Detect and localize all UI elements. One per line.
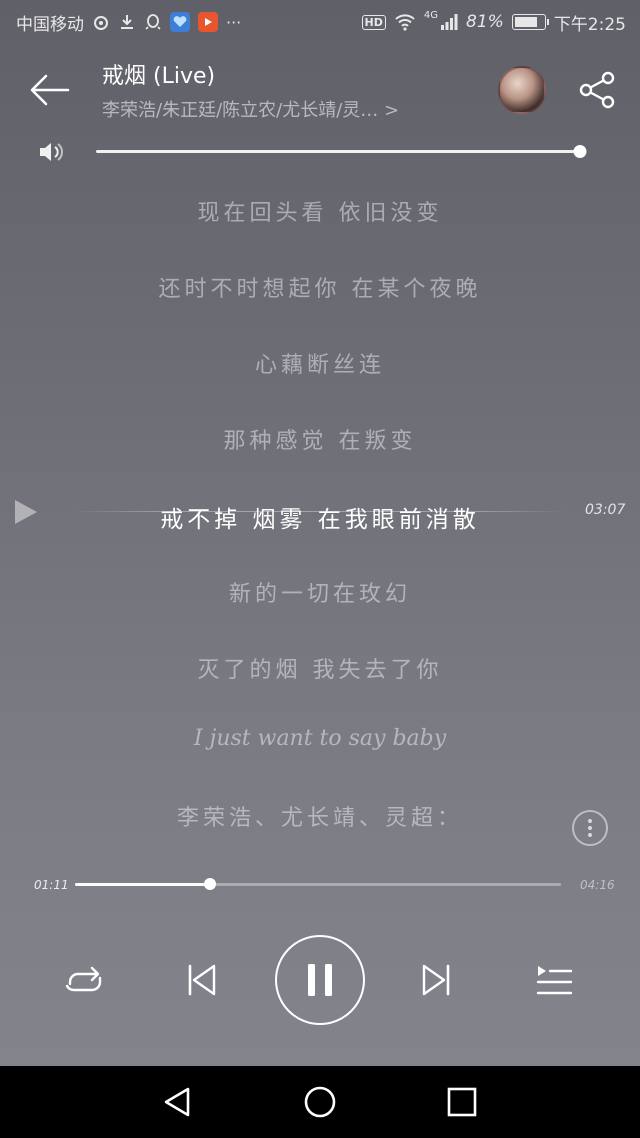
progress-knob[interactable] <box>203 878 216 890</box>
nav-recents-button[interactable] <box>444 1084 480 1120</box>
download-icon <box>118 13 136 31</box>
more-options-button[interactable] <box>572 810 608 846</box>
more-dots-icon: ··· <box>226 12 242 32</box>
album-avatar[interactable] <box>498 66 546 114</box>
skip-next-icon <box>422 964 450 996</box>
lyric-line: 现在回头看 依旧没变 <box>197 201 443 226</box>
volume-icon[interactable] <box>38 140 66 164</box>
square-recents-icon <box>447 1087 477 1117</box>
pause-button[interactable] <box>275 935 365 1025</box>
lyric-line: 新的一切在玫幻 <box>228 582 411 607</box>
status-right: HD 4G 81% 下午2:25 <box>361 9 626 35</box>
share-icon <box>579 71 615 109</box>
repeat-icon <box>65 966 102 992</box>
lyric-seek-guide <box>72 511 566 512</box>
hd-icon: HD <box>361 14 386 30</box>
qq-icon <box>144 13 162 31</box>
progress-fill <box>75 883 210 886</box>
arrow-left-icon <box>30 74 70 106</box>
status-bar: 中国移动 ··· HD 4G 81% 下午2:25 <box>0 0 640 44</box>
circle-home-icon <box>304 1086 336 1118</box>
battery-percent: 81% <box>466 12 504 32</box>
lyric-line: 灭了的烟 我失去了你 <box>197 658 443 683</box>
total-time: 04:16 <box>580 878 615 892</box>
back-button[interactable] <box>28 70 72 110</box>
battery-icon <box>511 14 549 30</box>
wifi-icon <box>394 13 416 31</box>
elapsed-time: 01:11 <box>34 878 69 892</box>
progress-slider[interactable] <box>75 878 561 890</box>
player-header: 戒烟 (Live) 李荣浩/朱正廷/陈立农/尤长靖/灵… > <box>0 52 640 128</box>
playback-controls <box>0 930 640 1030</box>
weibo-icon <box>92 13 110 31</box>
heart-app-icon <box>170 12 190 32</box>
play-from-line-button[interactable] <box>12 498 40 526</box>
lyric-line: 李荣浩、尤长靖、灵超： <box>176 806 463 831</box>
play-icon <box>15 500 37 524</box>
lyric-line: 心藕断丝连 <box>254 353 385 378</box>
more-dot <box>588 819 592 823</box>
lyric-seek-row: 03:07 <box>0 490 640 532</box>
system-nav-bar <box>0 1066 640 1138</box>
skip-previous-icon <box>188 964 216 996</box>
playback-progress-row: 01:11 04:16 <box>0 872 640 898</box>
song-title: 戒烟 (Live) <box>102 64 216 89</box>
lyric-line: I just want to say baby <box>193 726 447 751</box>
more-dot <box>588 826 592 830</box>
share-button[interactable] <box>578 70 618 110</box>
playlist-button[interactable] <box>534 960 574 1000</box>
next-track-button[interactable] <box>420 960 454 1000</box>
status-left: 中国移动 ··· <box>16 10 241 35</box>
signal-icon <box>440 13 458 31</box>
network-label: 4G <box>423 9 439 21</box>
triangle-back-icon <box>164 1087 190 1117</box>
pause-icon <box>308 964 332 996</box>
artist-list-link[interactable]: 李荣浩/朱正廷/陈立农/尤长靖/灵… > <box>102 96 482 122</box>
volume-row <box>0 136 640 168</box>
nav-back-button[interactable] <box>160 1084 196 1120</box>
previous-track-button[interactable] <box>184 960 218 1000</box>
volume-slider[interactable] <box>96 145 587 158</box>
more-dot <box>588 833 592 837</box>
lyric-line-time: 03:07 <box>585 502 626 518</box>
volume-knob[interactable] <box>573 145 587 158</box>
video-app-icon <box>198 12 218 32</box>
playlist-icon <box>536 966 573 995</box>
lyric-line: 还时不时想起你 在某个夜晚 <box>158 277 482 302</box>
battery-fill <box>514 17 537 27</box>
lyric-line: 那种感觉 在叛变 <box>223 429 417 454</box>
repeat-button[interactable] <box>62 960 106 1000</box>
clock: 下午2:25 <box>553 14 626 35</box>
carrier-label: 中国移动 <box>16 14 84 35</box>
nav-home-button[interactable] <box>302 1084 338 1120</box>
